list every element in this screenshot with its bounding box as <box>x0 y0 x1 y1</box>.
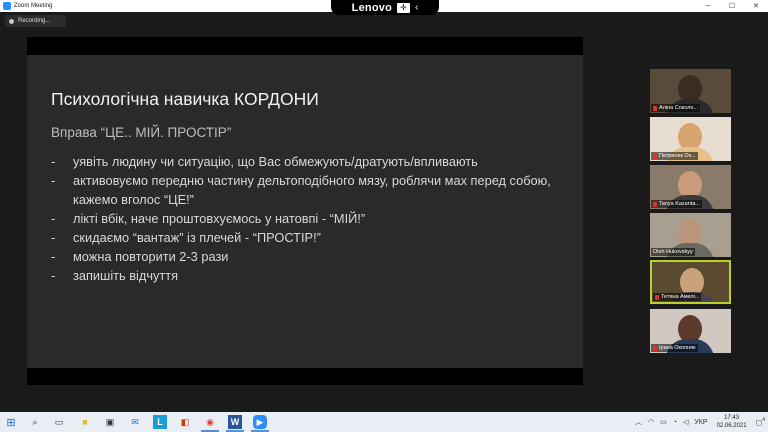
network-icon[interactable]: ◠ <box>648 418 654 426</box>
zoom-icon[interactable]: ▶ <box>253 415 267 429</box>
tray-chevron-icon[interactable]: ︿ <box>635 417 642 427</box>
collapse-chevron-icon[interactable]: ‹ <box>415 2 418 13</box>
clock-time: 17:43 <box>724 415 740 421</box>
office-icon[interactable]: ◧ <box>178 415 192 429</box>
store-icon[interactable]: ▣ <box>103 415 117 429</box>
list-item: - можна повторити 2-3 рази <box>51 249 229 264</box>
participant-tile[interactable]: Петриняк Ок... <box>650 117 731 161</box>
participant-name: Ірина Окопняк <box>659 345 696 351</box>
presentation-slide: Психологічна навичка КОРДОНИ Вправа “ЦЕ.… <box>27 55 583 368</box>
volume-icon[interactable]: ◁ <box>683 418 688 426</box>
close-button[interactable]: ✕ <box>744 0 768 12</box>
word-icon[interactable]: W <box>228 415 242 429</box>
participant-name: Петриняк Ок... <box>659 153 696 159</box>
windows-taskbar: ⊞ ⌕ ▭ ■ ▣ ✉ L ◧ ◉ W ▶ ︿ ◠ ▭ ◔ ◁ УКР 17:4… <box>0 412 768 432</box>
task-view-icon[interactable]: ▭ <box>52 415 66 429</box>
slide-subtitle: Вправа “ЦЕ.. МІЙ. ПРОСТІР” <box>51 125 232 140</box>
slide-title: Психологічна навичка КОРДОНИ <box>51 89 319 109</box>
participant-tile[interactable]: Аліна Соколе... <box>650 69 731 113</box>
chrome-icon[interactable]: ◉ <box>203 415 217 429</box>
windows-start-icon[interactable]: ⊞ <box>4 415 18 429</box>
lenovo-toolbar: Lenovo ✛ ‹ <box>331 0 439 15</box>
file-explorer-icon[interactable]: ■ <box>78 415 92 429</box>
clock-date: 02.06.2021 <box>716 423 747 429</box>
recording-indicator[interactable]: Recording... <box>5 15 66 27</box>
maximize-button[interactable]: ☐ <box>720 0 744 12</box>
minimize-button[interactable]: ─ <box>696 0 720 12</box>
notification-count: 4 <box>762 417 765 424</box>
mail-icon[interactable]: ✉ <box>128 415 142 429</box>
search-icon[interactable]: ⌕ <box>28 415 42 429</box>
participant-tile[interactable]: Oleh Hukovskyy <box>650 213 731 257</box>
recording-label: Recording... <box>18 18 51 24</box>
muted-mic-icon <box>653 201 657 207</box>
recording-dot-icon <box>9 18 14 24</box>
list-item: - уявіть людину чи ситуацію, що Вас обмеж… <box>51 154 478 169</box>
language-indicator[interactable]: УКР <box>694 419 707 426</box>
muted-mic-icon <box>653 153 657 159</box>
muted-mic-icon <box>655 294 659 300</box>
lenovo-logo: Lenovo <box>351 1 392 14</box>
participant-name: Тетяна Амелі... <box>661 294 700 300</box>
wifi-icon[interactable]: ◔ <box>673 419 677 426</box>
pin-icon[interactable]: ✛ <box>396 2 410 13</box>
learn-icon[interactable]: L <box>153 415 167 429</box>
list-item: - скидаємо “вантаж” із плечей - “ПРОСТІР!… <box>51 230 321 245</box>
participant-name: Oleh Hukovskyy <box>653 249 693 255</box>
muted-mic-icon <box>653 105 657 111</box>
participant-name: Tanya Kazanta... <box>659 201 700 207</box>
participant-tile[interactable]: Ірина Окопняк <box>650 309 731 353</box>
system-tray: ︿ ◠ ▭ ◔ ◁ УКР 17:43 02.06.2021 ▢4 <box>632 412 768 432</box>
participant-tile-active-speaker[interactable]: Тетяна Амелі... <box>650 260 731 304</box>
muted-mic-icon <box>653 345 657 351</box>
list-item: - запишіть відчуття <box>51 268 179 283</box>
participant-tile[interactable]: Tanya Kazanta... <box>650 165 731 209</box>
window-title: Zoom Meeting <box>14 3 53 9</box>
battery-icon[interactable]: ▭ <box>660 418 667 426</box>
zoom-app-icon <box>3 2 11 10</box>
list-item: - лікті вбік, наче проштовхуємось у натов… <box>51 211 366 226</box>
clock[interactable]: 17:43 02.06.2021 <box>717 414 747 430</box>
participant-name: Аліна Соколе... <box>659 105 699 111</box>
list-item: - активовуємо передню частину дельтоподіб… <box>51 173 551 207</box>
notifications-icon[interactable]: ▢4 <box>756 417 765 426</box>
slide-bullet-list: - уявіть людину чи ситуацію, що Вас обмеж… <box>51 152 583 285</box>
